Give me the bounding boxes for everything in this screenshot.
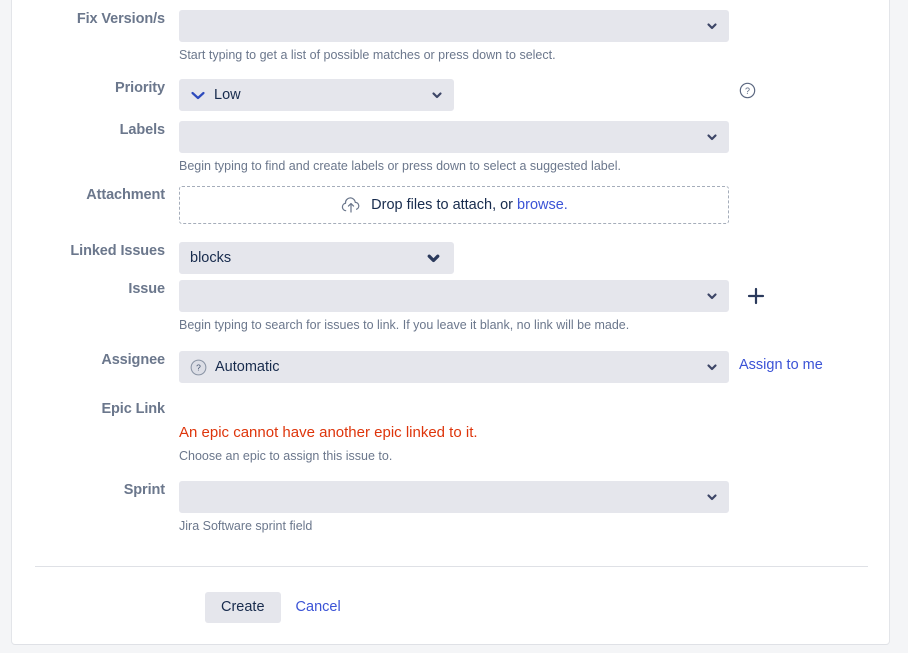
linked-issues-select[interactable]: blocks — [179, 242, 454, 274]
fix-versions-control: Start typing to get a list of possible m… — [179, 10, 889, 63]
chevron-down-icon — [707, 293, 717, 300]
field-row-epic-link: Epic Link An epic cannot have another ep… — [12, 400, 889, 464]
svg-text:?: ? — [745, 86, 750, 96]
field-row-labels: Labels Begin typing to find and create l… — [12, 121, 889, 174]
labels-label: Labels — [119, 122, 165, 138]
create-issue-dialog: Fix Version/s Start typing to get a list… — [11, 0, 890, 645]
labels-select[interactable] — [179, 121, 729, 153]
attachment-browse-link[interactable]: browse. — [517, 197, 568, 213]
assignee-select[interactable]: ? Automatic — [179, 351, 729, 383]
sprint-label: Sprint — [123, 482, 165, 498]
chevron-down-icon — [427, 254, 440, 263]
epic-link-control: An epic cannot have another epic linked … — [179, 400, 889, 464]
linked-issues-label: Linked Issues — [70, 243, 165, 259]
issue-label: Issue — [128, 281, 165, 297]
chevron-down-icon — [707, 134, 717, 141]
fix-versions-label: Fix Version/s — [76, 11, 165, 27]
fix-versions-hint: Start typing to get a list of possible m… — [179, 48, 556, 62]
epic-link-hint: Choose an epic to assign this issue to. — [179, 449, 393, 463]
field-row-fix-versions: Fix Version/s Start typing to get a list… — [12, 10, 889, 63]
dialog-footer: Create Cancel — [205, 592, 346, 623]
field-row-issue: Issue Begin typing to search for issues … — [12, 280, 889, 333]
field-row-priority: Priority Low ? — [12, 79, 889, 111]
epic-link-error-message: An epic cannot have another epic linked … — [179, 424, 478, 441]
field-row-sprint: Sprint Jira Software sprint field — [12, 481, 889, 534]
attachment-control: Drop files to attach, or browse. — [179, 186, 889, 224]
field-row-attachment: Attachment Drop files to attach, or brow… — [12, 186, 889, 224]
svg-text:?: ? — [196, 362, 201, 372]
sprint-select[interactable] — [179, 481, 729, 513]
chevron-down-icon — [707, 23, 717, 30]
sprint-hint: Jira Software sprint field — [179, 519, 313, 533]
attachment-label: Attachment — [86, 187, 165, 203]
assignee-control: ? Automatic Assign to me — [179, 351, 889, 383]
chevron-down-icon — [432, 92, 442, 99]
chevron-down-icon — [707, 494, 717, 501]
field-row-assignee: Assignee ? Automatic Assign to me — [12, 351, 889, 383]
assignee-label: Assignee — [101, 352, 165, 368]
linked-issues-control: blocks — [179, 242, 889, 274]
field-row-linked-issues: Linked Issues blocks — [12, 242, 889, 274]
priority-select[interactable]: Low — [179, 79, 454, 111]
epic-link-label: Epic Link — [101, 401, 165, 417]
upload-cloud-icon — [342, 197, 360, 213]
fix-versions-select[interactable] — [179, 10, 729, 42]
create-button[interactable]: Create — [205, 592, 281, 623]
issue-control: Begin typing to search for issues to lin… — [179, 280, 889, 333]
add-linked-issue-button[interactable] — [745, 285, 767, 307]
attachment-drop-label: Drop files to attach, or — [371, 197, 514, 213]
assign-to-me-link[interactable]: Assign to me — [739, 357, 823, 373]
attachment-drop-text: Drop files to attach, or browse. — [371, 195, 568, 215]
issue-hint: Begin typing to search for issues to lin… — [179, 318, 630, 332]
assignee-value: Automatic — [215, 359, 280, 375]
priority-label: Priority — [115, 80, 165, 96]
attachment-dropzone[interactable]: Drop files to attach, or browse. — [179, 186, 729, 224]
help-circle-icon[interactable]: ? — [739, 82, 756, 99]
chevron-down-icon — [707, 364, 717, 371]
labels-hint: Begin typing to find and create labels o… — [179, 159, 621, 173]
labels-control: Begin typing to find and create labels o… — [179, 121, 889, 174]
issue-select[interactable] — [179, 280, 729, 312]
priority-low-icon — [191, 91, 205, 100]
cancel-button[interactable]: Cancel — [291, 592, 346, 623]
priority-value: Low — [214, 87, 241, 103]
linked-issues-value: blocks — [190, 250, 232, 266]
priority-control: Low ? — [179, 79, 889, 111]
sprint-control: Jira Software sprint field — [179, 481, 889, 534]
footer-divider — [35, 566, 868, 567]
avatar-question-icon: ? — [190, 359, 207, 375]
page-background: Fix Version/s Start typing to get a list… — [0, 0, 908, 653]
